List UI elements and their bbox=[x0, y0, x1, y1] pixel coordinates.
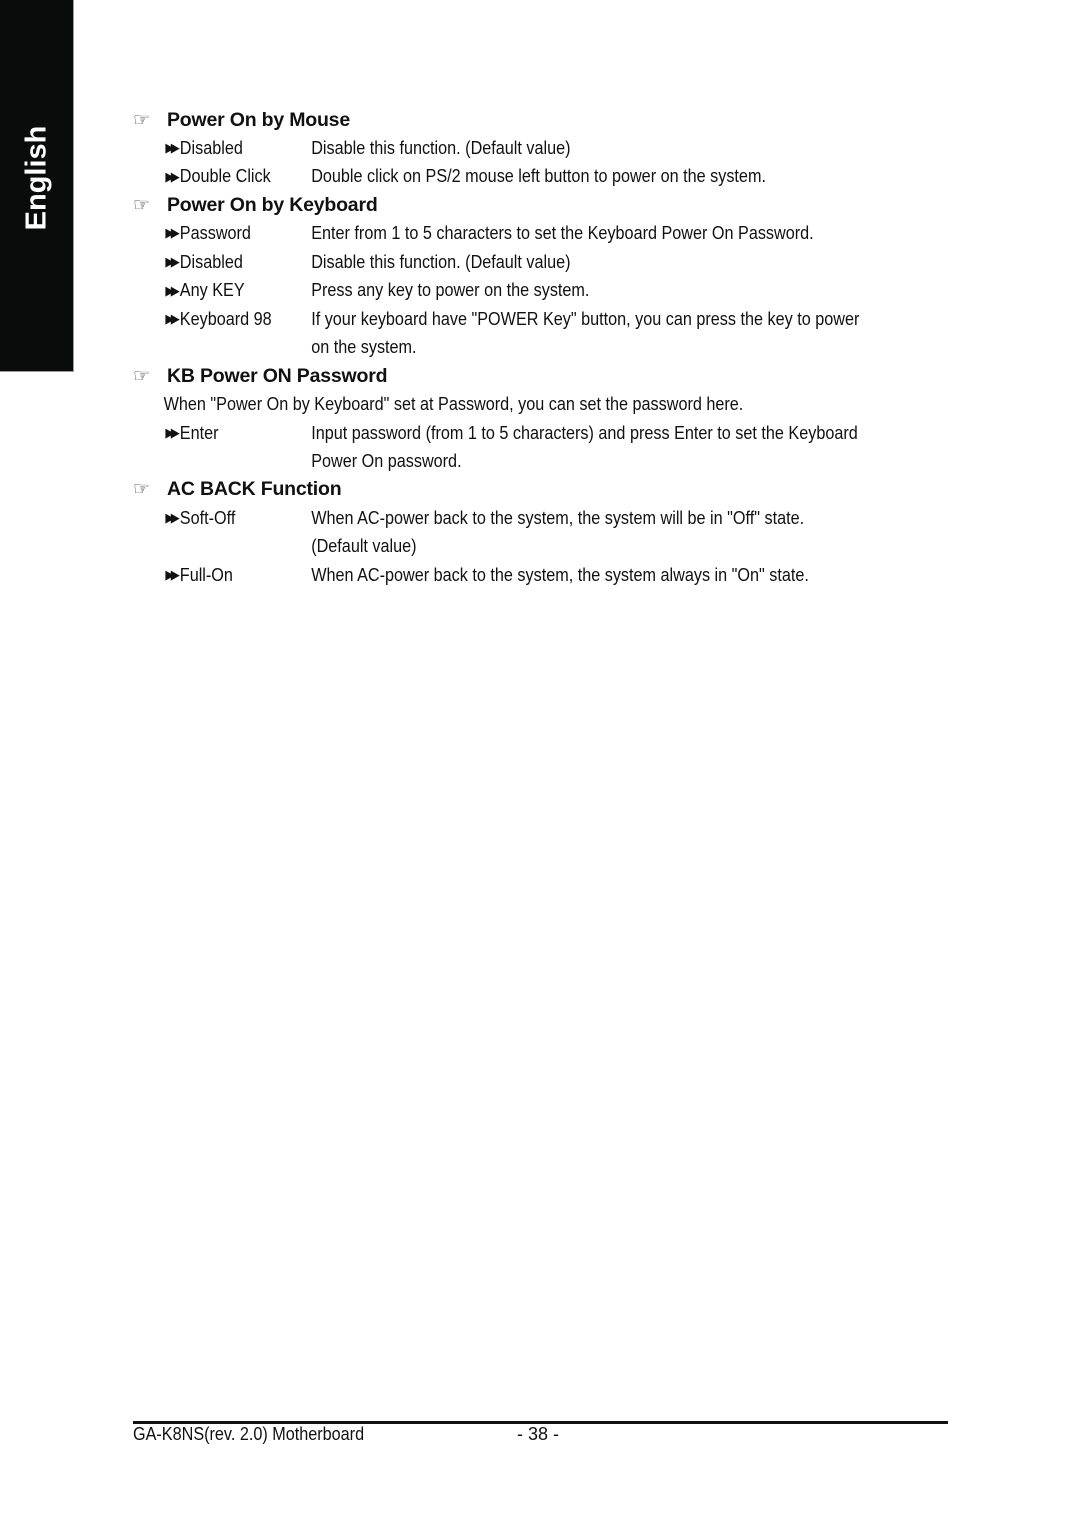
double-arrow-right-icon: ▶▶ bbox=[165, 567, 179, 583]
option-name: Enter bbox=[179, 422, 219, 443]
option-name: Disabled bbox=[179, 251, 243, 272]
option-name: Double Click bbox=[179, 166, 271, 187]
option-name-cell: ▶▶ Any KEY bbox=[133, 280, 311, 301]
option-row: ▶▶ Keyboard 98 If your keyboard have "POWE… bbox=[133, 305, 962, 334]
language-label: English bbox=[20, 125, 53, 231]
option-row-continuation: ▶▶Soft-Off(Default value) bbox=[133, 533, 962, 562]
document-body: ☞ Power On by Mouse ▶▶ Disabled Disable this… bbox=[133, 106, 963, 590]
option-name-cell: ▶▶ Password bbox=[133, 223, 311, 244]
option-description: When AC-power back to the system, the sy… bbox=[311, 564, 809, 585]
section-title: KB Power ON Password bbox=[167, 364, 388, 387]
option-description: (Default value) bbox=[311, 536, 417, 557]
option-row: ▶▶ Disabled Disable this function. (Defaul… bbox=[133, 134, 962, 163]
option-name: Disabled bbox=[179, 137, 243, 158]
option-row: ▶▶ Password Enter from 1 to 5 characters t… bbox=[133, 219, 962, 248]
option-description: Disable this function. (Default value) bbox=[311, 251, 571, 272]
option-row: ▶▶ Enter Input password (from 1 to 5 chara… bbox=[133, 419, 962, 448]
option-name-cell: ▶▶ Full-On bbox=[133, 565, 311, 586]
option-description: Double click on PS/2 mouse left button t… bbox=[311, 166, 766, 187]
language-side-tab: English bbox=[0, 0, 74, 372]
option-description: Disable this function. (Default value) bbox=[311, 137, 571, 158]
double-arrow-right-icon: ▶▶ bbox=[165, 510, 179, 526]
option-name-cell: ▶▶ Keyboard 98 bbox=[133, 309, 311, 330]
option-name: Keyboard 98 bbox=[179, 308, 272, 329]
option-description: Power On password. bbox=[311, 451, 462, 472]
option-name-cell: ▶▶ Double Click bbox=[133, 166, 311, 187]
page-number: - 38 - bbox=[517, 1424, 560, 1444]
footer-model: GA-K8NS(rev. 2.0) Motherboard bbox=[133, 1424, 365, 1444]
option-description: When AC-power back to the system, the sy… bbox=[311, 507, 805, 528]
double-arrow-right-icon: ▶▶ bbox=[165, 425, 179, 441]
option-name-cell: ▶▶ Soft-Off bbox=[133, 508, 311, 529]
option-name: Any KEY bbox=[179, 280, 245, 301]
section: ☞ Power On by Mouse ▶▶ Disabled Disable this… bbox=[133, 106, 963, 191]
option-description: If your keyboard have "POWER Key" button… bbox=[311, 308, 860, 329]
section-title: AC BACK Function bbox=[167, 478, 342, 501]
option-name: Soft-Off bbox=[179, 507, 236, 528]
section-heading: ☞ Power On by Mouse bbox=[133, 106, 963, 134]
hand-pointing-right-icon: ☞ bbox=[133, 194, 151, 216]
section-title: Power On by Keyboard bbox=[167, 193, 378, 216]
hand-pointing-right-icon: ☞ bbox=[133, 479, 151, 501]
option-name: Full-On bbox=[179, 564, 233, 585]
section-title: Power On by Mouse bbox=[167, 108, 350, 131]
double-arrow-right-icon: ▶▶ bbox=[165, 311, 179, 327]
option-description: Enter from 1 to 5 characters to set the … bbox=[311, 222, 814, 243]
section: ☞ Power On by Keyboard ▶▶ Password Enter fro… bbox=[133, 191, 963, 362]
option-row-continuation: ▶▶EnterPower On password. bbox=[133, 447, 962, 476]
hand-pointing-right-icon: ☞ bbox=[133, 109, 151, 131]
double-arrow-right-icon: ▶▶ bbox=[165, 168, 179, 184]
section: ☞ AC BACK Function ▶▶ Soft-Off When AC-power… bbox=[133, 476, 963, 590]
option-name-cell: ▶▶ Enter bbox=[133, 423, 311, 444]
option-name: Password bbox=[179, 222, 251, 243]
option-row: ▶▶ Any KEY Press any key to power on the s… bbox=[133, 276, 962, 305]
double-arrow-right-icon: ▶▶ bbox=[165, 254, 179, 270]
option-name-cell: ▶▶ Disabled bbox=[133, 138, 311, 159]
option-row: ▶▶ Full-On When AC-power back to the syste… bbox=[133, 561, 962, 590]
option-description: Press any key to power on the system. bbox=[311, 280, 590, 301]
option-row: ▶▶ Soft-Off When AC-power back to the syst… bbox=[133, 504, 962, 533]
option-row: ▶▶ Double Click Double click on PS/2 mouse… bbox=[133, 163, 962, 192]
section-intro: When "Power On by Keyboard" set at Passw… bbox=[163, 393, 744, 414]
section-heading: ☞ KB Power ON Password bbox=[133, 362, 963, 390]
double-arrow-right-icon: ▶▶ bbox=[165, 225, 179, 241]
section-heading: ☞ AC BACK Function bbox=[133, 476, 963, 504]
option-description: on the system. bbox=[311, 337, 417, 358]
option-row: ▶▶ Disabled Disable this function. (Defaul… bbox=[133, 248, 962, 277]
double-arrow-right-icon: ▶▶ bbox=[165, 140, 179, 156]
hand-pointing-right-icon: ☞ bbox=[133, 365, 151, 387]
section: ☞ KB Power ON Password When "Power On by K… bbox=[133, 362, 963, 476]
option-name-cell: ▶▶ Disabled bbox=[133, 252, 311, 273]
option-row-continuation: ▶▶Keyboard 98on the system. bbox=[133, 334, 962, 363]
double-arrow-right-icon: ▶▶ bbox=[165, 282, 179, 298]
option-description: Input password (from 1 to 5 characters) … bbox=[311, 422, 858, 443]
section-heading: ☞ Power On by Keyboard bbox=[133, 191, 963, 219]
